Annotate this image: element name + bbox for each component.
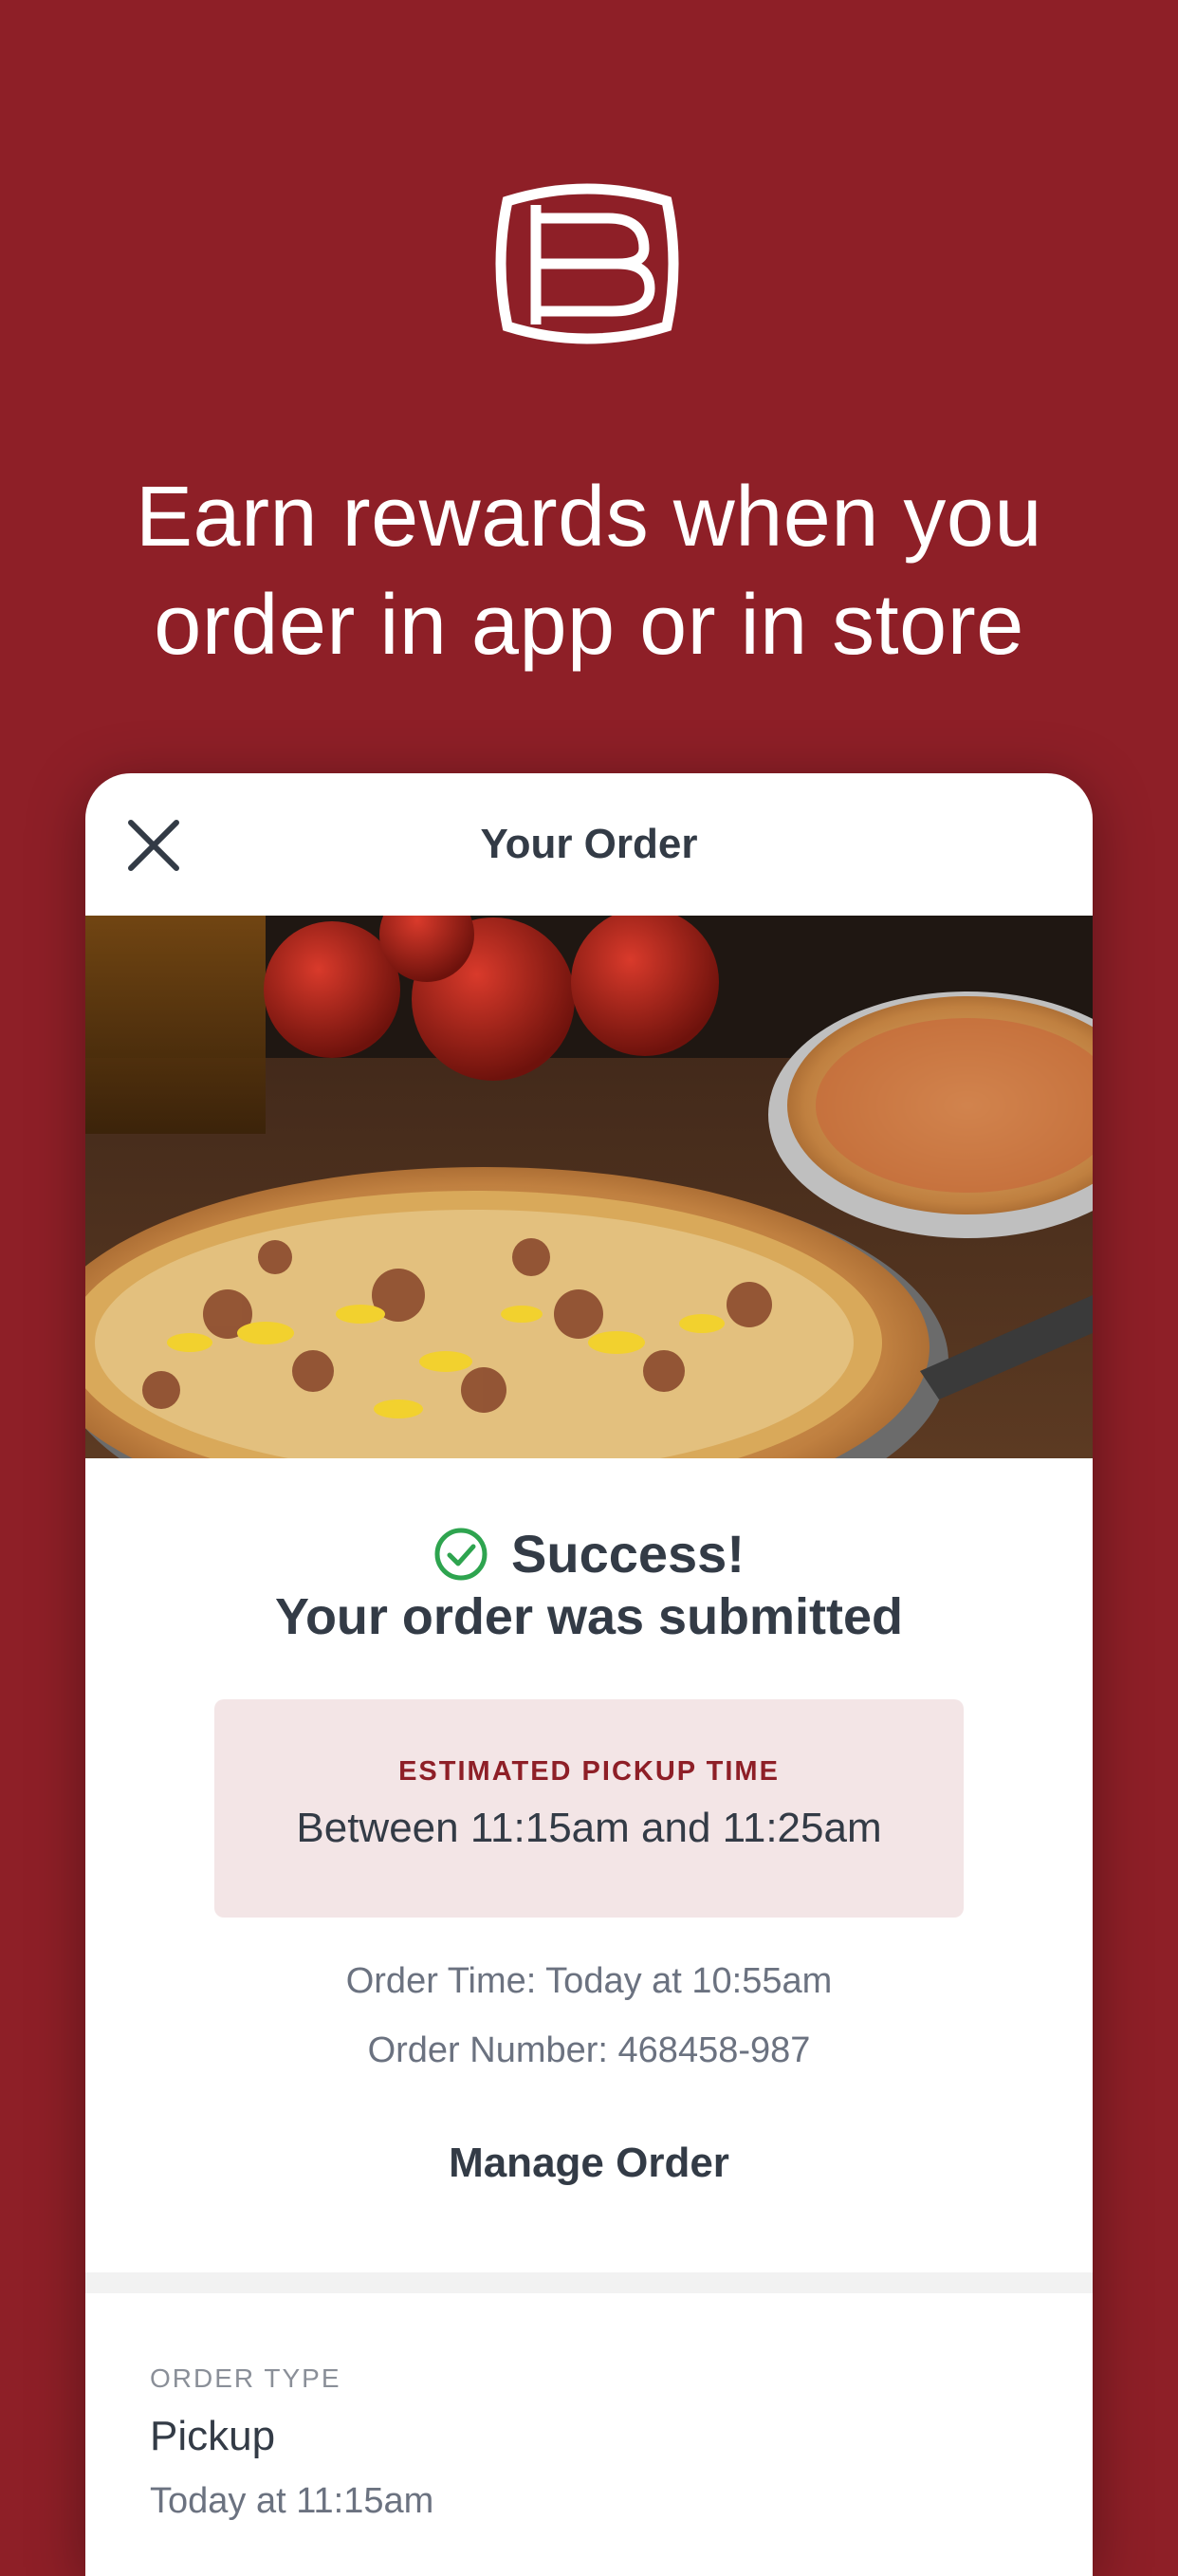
order-confirmation-card: Your Order Success! Your order was submi… [85, 773, 1093, 2576]
headline-line-1: Earn rewards when you [136, 470, 1042, 565]
card-title: Your Order [480, 821, 698, 867]
success-row: Success! [85, 1523, 1093, 1585]
check-circle-icon [434, 1528, 488, 1580]
order-submitted-text: Your order was submitted [274, 1588, 904, 1645]
order-type-value: Pickup [150, 2413, 276, 2459]
success-title: Success! [511, 1524, 745, 1584]
order-type-label: ORDER TYPE [150, 2363, 341, 2393]
order-time: Order Time: Today at 10:55am [345, 1961, 833, 2001]
brand-logo [494, 182, 680, 345]
pizza-hero-image [85, 916, 1093, 1458]
order-type-time: Today at 11:15am [150, 2481, 434, 2521]
order-number: Order Number: 468458-987 [367, 2030, 811, 2070]
promo-headline: Earn rewards when you order in app or in… [57, 463, 1121, 679]
pickup-time-value: Between 11:15am and 11:25am [296, 1805, 882, 1851]
estimated-pickup-box: ESTIMATED PICKUP TIME Between 11:15am an… [214, 1699, 964, 1918]
manage-order-button[interactable]: Manage Order [85, 2140, 1093, 2187]
headline-line-2: order in app or in store [154, 578, 1024, 673]
section-divider [85, 2272, 1093, 2293]
pickup-time-label: ESTIMATED PICKUP TIME [398, 1756, 780, 1787]
card-header: Your Order [85, 773, 1093, 916]
